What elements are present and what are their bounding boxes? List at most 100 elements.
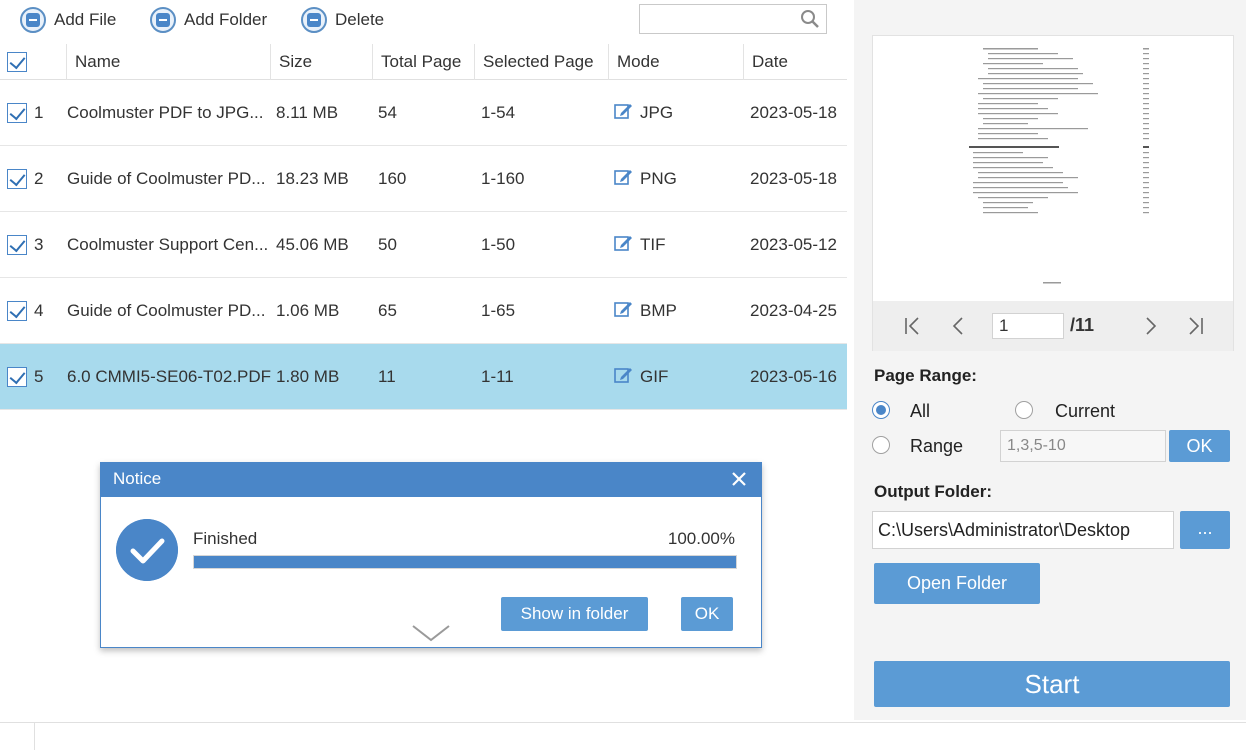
- first-page-icon[interactable]: [902, 315, 924, 337]
- row-mode-label: PNG: [640, 169, 677, 188]
- column-mode[interactable]: Mode: [608, 44, 743, 80]
- chevron-down-icon[interactable]: [411, 623, 451, 643]
- add-file-label: Add File: [54, 10, 117, 29]
- row-size: 18.23 MB: [276, 169, 349, 188]
- page-navigator: 1 /11: [873, 301, 1233, 351]
- progress-fill: [194, 556, 736, 568]
- edit-icon[interactable]: [614, 366, 634, 384]
- edit-icon[interactable]: [614, 300, 634, 318]
- page-range-all-label[interactable]: All: [910, 401, 930, 422]
- row-mode-label: TIF: [640, 235, 666, 254]
- page-range-current-radio[interactable]: [1015, 401, 1033, 419]
- toolbar: Add File Add Folder Delete: [0, 0, 850, 40]
- table-row[interactable]: 1 Coolmuster PDF to JPG... 8.11 MB 54 1-…: [0, 80, 847, 146]
- row-index: 1: [34, 103, 44, 122]
- notice-title: Notice: [113, 469, 162, 488]
- row-checkbox[interactable]: [7, 235, 27, 255]
- add-folder-icon: [150, 7, 176, 33]
- output-folder-input[interactable]: C:\Users\Administrator\Desktop: [872, 511, 1174, 549]
- table-row[interactable]: 3 Coolmuster Support Cen... 45.06 MB 50 …: [0, 212, 847, 278]
- file-table: Name Size Total Page Selected Page Mode …: [0, 44, 847, 410]
- row-name: Guide of Coolmuster PD...: [67, 169, 266, 188]
- notice-ok-button[interactable]: OK: [681, 597, 733, 631]
- edit-icon[interactable]: [614, 102, 634, 120]
- page-number-input[interactable]: 1: [992, 313, 1064, 339]
- table-row[interactable]: 2 Guide of Coolmuster PD... 18.23 MB 160…: [0, 146, 847, 212]
- delete-icon: [301, 7, 327, 33]
- range-ok-button[interactable]: OK: [1169, 430, 1230, 462]
- search-input[interactable]: [639, 4, 827, 34]
- row-size: 1.80 MB: [276, 367, 340, 386]
- page-range-current-label[interactable]: Current: [1055, 401, 1115, 422]
- row-name: Coolmuster PDF to JPG...: [67, 103, 264, 122]
- row-size: 45.06 MB: [276, 235, 349, 254]
- previous-page-icon[interactable]: [948, 315, 970, 337]
- notice-status: Finished: [193, 529, 258, 548]
- page-range-range-radio[interactable]: [872, 436, 890, 454]
- next-page-icon[interactable]: [1139, 315, 1161, 337]
- row-mode-label: JPG: [640, 103, 674, 122]
- row-total-page: 50: [378, 235, 397, 254]
- close-icon[interactable]: [727, 467, 751, 491]
- row-date: 2023-05-12: [750, 235, 837, 254]
- row-date: 2023-05-18: [750, 103, 837, 122]
- row-mode[interactable]: PNG: [614, 146, 677, 212]
- progress-bar: [193, 555, 737, 569]
- row-selected-page: 1-160: [481, 169, 525, 188]
- table-header: Name Size Total Page Selected Page Mode …: [0, 44, 847, 80]
- range-input[interactable]: 1,3,5-10: [1000, 430, 1166, 462]
- row-mode-label: BMP: [640, 301, 677, 320]
- row-total-page: 11: [378, 367, 396, 386]
- row-size: 1.06 MB: [276, 301, 340, 320]
- column-date[interactable]: Date: [743, 44, 847, 80]
- row-selected-page: 1-65: [481, 301, 516, 320]
- page-range-all-radio[interactable]: [872, 401, 890, 419]
- delete-label: Delete: [335, 10, 385, 29]
- page-total: /11: [1070, 315, 1095, 335]
- column-total-page[interactable]: Total Page: [372, 44, 474, 80]
- add-folder-button[interactable]: Add Folder: [150, 6, 267, 34]
- browse-button[interactable]: ...: [1180, 511, 1230, 549]
- status-divider: [34, 723, 35, 750]
- row-checkbox[interactable]: [7, 103, 27, 123]
- select-all-checkbox[interactable]: [7, 52, 27, 72]
- row-index: 5: [34, 367, 44, 386]
- preview-panel: 1 /11: [872, 35, 1234, 351]
- last-page-icon[interactable]: [1184, 315, 1206, 337]
- column-selected-page[interactable]: Selected Page: [474, 44, 608, 80]
- column-name[interactable]: Name: [66, 44, 270, 80]
- add-file-icon: [20, 7, 46, 33]
- row-mode[interactable]: JPG: [614, 80, 673, 146]
- notice-header: Notice: [101, 463, 761, 497]
- start-button[interactable]: Start: [874, 661, 1230, 707]
- search-icon[interactable]: [800, 9, 820, 29]
- settings-panel: 1 /11 Page Range: All Current Range 1,3,…: [854, 0, 1246, 720]
- table-row[interactable]: 4 Guide of Coolmuster PD... 1.06 MB 65 1…: [0, 278, 847, 344]
- delete-button[interactable]: Delete: [301, 6, 384, 34]
- edit-icon[interactable]: [614, 168, 634, 186]
- row-selected-page: 1-54: [481, 103, 516, 122]
- row-mode[interactable]: BMP: [614, 278, 677, 344]
- row-name: Coolmuster Support Cen...: [67, 235, 269, 254]
- row-checkbox[interactable]: [7, 301, 27, 321]
- row-index: 4: [34, 301, 44, 320]
- output-folder-label: Output Folder:: [874, 482, 993, 501]
- check-circle-icon: [116, 519, 178, 581]
- add-file-button[interactable]: Add File: [20, 6, 116, 34]
- row-mode-label: GIF: [640, 367, 669, 386]
- show-in-folder-button[interactable]: Show in folder: [501, 597, 648, 631]
- row-checkbox[interactable]: [7, 169, 27, 189]
- row-checkbox[interactable]: [7, 367, 27, 387]
- row-date: 2023-04-25: [750, 301, 837, 320]
- row-name: 6.0 CMMI5-SE06-T02.PDF: [67, 367, 272, 386]
- edit-icon[interactable]: [614, 234, 634, 252]
- page-range-range-label[interactable]: Range: [910, 436, 963, 457]
- row-mode[interactable]: TIF: [614, 212, 666, 278]
- column-size[interactable]: Size: [270, 44, 372, 80]
- add-folder-label: Add Folder: [184, 10, 268, 29]
- open-folder-button[interactable]: Open Folder: [874, 563, 1040, 604]
- row-total-page: 65: [378, 301, 397, 320]
- row-mode[interactable]: GIF: [614, 344, 668, 410]
- table-row[interactable]: 5 6.0 CMMI5-SE06-T02.PDF 1.80 MB 11 1-11…: [0, 344, 847, 410]
- notice-percent: 100.00%: [667, 529, 735, 548]
